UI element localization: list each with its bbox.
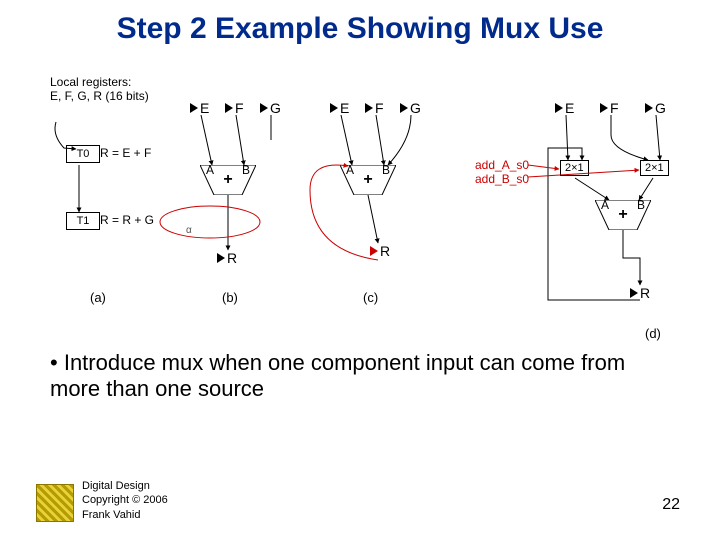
mux-b: 2×1 (640, 160, 669, 176)
ctrl-sig-a: add_A_s0 (475, 158, 529, 172)
reg-c-R: R (370, 243, 390, 259)
alpha-mark: α (186, 225, 192, 236)
sub-a: (a) (90, 290, 106, 305)
footer-line: Digital Design (82, 479, 168, 493)
adder-op-icon: + (340, 171, 396, 189)
reg-d-G: G (645, 100, 666, 116)
reg-b-R: R (217, 250, 237, 266)
bullet-main: Introduce mux when one component input c… (50, 350, 650, 402)
reg-label: F (610, 100, 619, 116)
clock-tri-icon (217, 253, 225, 263)
reg-label: E (200, 100, 209, 116)
footer-line: Frank Vahid (82, 508, 168, 522)
clock-tri-icon (225, 103, 233, 113)
clock-tri-icon (600, 103, 608, 113)
state-t1: T1 (66, 212, 100, 230)
reg-b-G: G (260, 100, 281, 116)
sub-d: (d) (645, 326, 661, 341)
reg-label: G (410, 100, 421, 116)
local-registers-line1: Local registers: (50, 75, 149, 89)
reg-label: E (565, 100, 574, 116)
local-registers-line2: E, F, G, R (16 bits) (50, 89, 149, 103)
clock-tri-icon (260, 103, 268, 113)
page-number: 22 (662, 496, 680, 514)
clock-tri-icon (630, 288, 638, 298)
reg-label: E (340, 100, 349, 116)
reg-label: R (380, 243, 390, 259)
clock-tri-icon (190, 103, 198, 113)
state-t1-expr: R = R + G (100, 213, 154, 227)
reg-b-F: F (225, 100, 244, 116)
footer: Digital Design Copyright © 2006 Frank Va… (82, 479, 168, 522)
reg-d-E: E (555, 100, 574, 116)
footer-line: Copyright © 2006 (82, 493, 168, 507)
ctrl-signals: add_A_s0 add_B_s0 (475, 158, 529, 187)
adder-op-icon: + (200, 171, 256, 189)
sub-b: (b) (222, 290, 238, 305)
reg-d-R: R (630, 285, 650, 301)
reg-label: R (640, 285, 650, 301)
reg-d-F: F (600, 100, 619, 116)
reg-c-G: G (400, 100, 421, 116)
reg-label: F (235, 100, 244, 116)
reg-label: G (270, 100, 281, 116)
adder-c: A B + (340, 165, 396, 195)
adder-op-icon: + (595, 206, 651, 224)
state-t0: T0 (66, 145, 100, 163)
state-t0-expr: R = E + F (100, 146, 151, 160)
reg-label: F (375, 100, 384, 116)
logo-icon (36, 484, 74, 522)
clock-tri-icon (555, 103, 563, 113)
clock-tri-icon (645, 103, 653, 113)
page-title: Step 2 Example Showing Mux Use (0, 12, 720, 46)
reg-label: R (227, 250, 237, 266)
local-registers: Local registers: E, F, G, R (16 bits) (50, 75, 149, 103)
clock-tri-icon (370, 246, 378, 256)
ctrl-sig-b: add_B_s0 (475, 172, 529, 186)
mux-a: 2×1 (560, 160, 589, 176)
clock-tri-icon (330, 103, 338, 113)
clock-tri-icon (365, 103, 373, 113)
reg-c-E: E (330, 100, 349, 116)
reg-c-F: F (365, 100, 384, 116)
reg-label: G (655, 100, 666, 116)
adder-d: A B + (595, 200, 651, 230)
adder-b: A B + (200, 165, 256, 195)
sub-c: (c) (363, 290, 378, 305)
clock-tri-icon (400, 103, 408, 113)
reg-b-E: E (190, 100, 209, 116)
